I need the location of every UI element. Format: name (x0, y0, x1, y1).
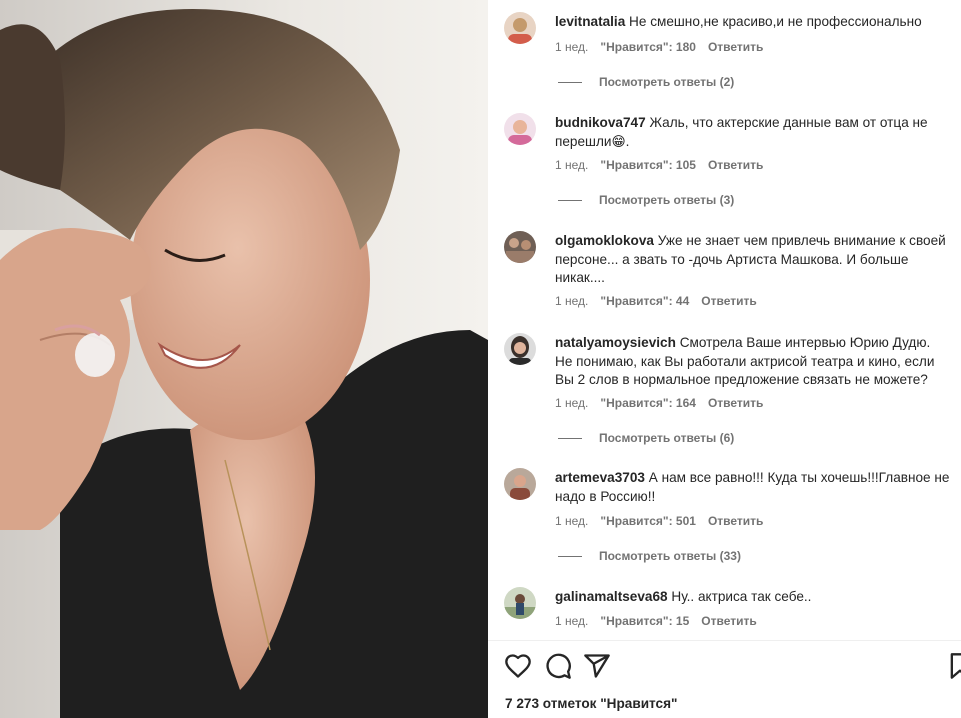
post-likes-count[interactable]: 7 273 отметок "Нравится" (505, 696, 677, 711)
heart-icon[interactable] (504, 652, 532, 680)
comment-text-block: galinamaltseva68 Ну.. актриса так себе.. (555, 588, 950, 607)
comment-time[interactable]: 1 нед. (555, 40, 588, 54)
comment-username[interactable]: budnikova747 (555, 115, 646, 130)
comment-likes[interactable]: "Нравится": 180 (600, 40, 696, 54)
comment-time[interactable]: 1 нед. (555, 614, 588, 628)
comment-body: Ну.. актриса так себе.. (671, 589, 812, 604)
avatar[interactable] (504, 231, 536, 263)
reply-button[interactable]: Ответить (701, 614, 756, 628)
comment-text-block: natalyamoysievich Смотрела Ваше интервью… (555, 334, 950, 390)
view-replies-button[interactable]: Посмотреть ответы (2) (558, 75, 734, 89)
replies-line (558, 200, 582, 202)
comment-likes[interactable]: "Нравится": 15 (600, 614, 689, 628)
comment-meta: 1 нед. "Нравится": 15 Ответить (555, 614, 769, 628)
comment-body: Не смешно,не красиво,и не профессиональн… (629, 14, 922, 29)
view-replies-button[interactable]: Посмотреть ответы (6) (558, 431, 734, 445)
reply-button[interactable]: Ответить (708, 40, 763, 54)
comment-likes[interactable]: "Нравится": 105 (600, 158, 696, 172)
view-replies-label: Посмотреть ответы (3) (599, 193, 735, 207)
comment-icon[interactable] (544, 652, 572, 680)
comment-text-block: olgamoklokova Уже не знает чем привлечь … (555, 232, 950, 288)
comment-time[interactable]: 1 нед. (555, 396, 588, 410)
comment-time[interactable]: 1 нед. (555, 514, 588, 528)
comment-username[interactable]: artemeva3703 (555, 470, 645, 485)
view-replies-label: Посмотреть ответы (6) (599, 431, 735, 445)
view-replies-button[interactable]: Посмотреть ответы (33) (558, 549, 741, 563)
comment-meta: 1 нед. "Нравится": 501 Ответить (555, 514, 775, 528)
comment-meta: 1 нед. "Нравится": 180 Ответить (555, 40, 775, 54)
comments-list: levitnatalia Не смешно,не красиво,и не п… (488, 0, 961, 640)
comment-text-block: levitnatalia Не смешно,не красиво,и не п… (555, 13, 950, 32)
comment-username[interactable]: levitnatalia (555, 14, 625, 29)
view-replies-button[interactable]: Посмотреть ответы (3) (558, 193, 734, 207)
comment-username[interactable]: olgamoklokova (555, 233, 654, 248)
comment-text-block: artemeva3703 А нам все равно!!! Куда ты … (555, 469, 950, 506)
reply-button[interactable]: Ответить (701, 294, 756, 308)
comments-panel: levitnatalia Не смешно,не красиво,и не п… (488, 0, 961, 718)
comment-time[interactable]: 1 нед. (555, 294, 588, 308)
comment-meta: 1 нед. "Нравится": 105 Ответить (555, 158, 775, 172)
comment-likes[interactable]: "Нравится": 164 (600, 396, 696, 410)
reply-button[interactable]: Ответить (708, 514, 763, 528)
bookmark-icon[interactable] (946, 652, 961, 680)
share-icon[interactable] (583, 652, 611, 680)
avatar[interactable] (504, 12, 536, 44)
comment-meta: 1 нед. "Нравится": 44 Ответить (555, 294, 769, 308)
replies-line (558, 82, 582, 84)
avatar[interactable] (504, 113, 536, 145)
replies-line (558, 438, 582, 440)
actions-divider (488, 640, 961, 641)
avatar[interactable] (504, 468, 536, 500)
comment-meta: 1 нед. "Нравится": 164 Ответить (555, 396, 775, 410)
post-photo (0, 0, 488, 718)
avatar[interactable] (504, 587, 536, 619)
replies-line (558, 556, 582, 558)
comment-username[interactable]: galinamaltseva68 (555, 589, 668, 604)
avatar[interactable] (504, 333, 536, 365)
comment-likes[interactable]: "Нравится": 44 (600, 294, 689, 308)
comment-likes[interactable]: "Нравится": 501 (600, 514, 696, 528)
comment-text-block: budnikova747 Жаль, что актерские данные … (555, 114, 950, 151)
reply-button[interactable]: Ответить (708, 158, 763, 172)
reply-button[interactable]: Ответить (708, 396, 763, 410)
view-replies-label: Посмотреть ответы (2) (599, 75, 735, 89)
comment-username[interactable]: natalyamoysievich (555, 335, 676, 350)
action-bar (488, 652, 961, 682)
view-replies-label: Посмотреть ответы (33) (599, 549, 741, 563)
comment-time[interactable]: 1 нед. (555, 158, 588, 172)
